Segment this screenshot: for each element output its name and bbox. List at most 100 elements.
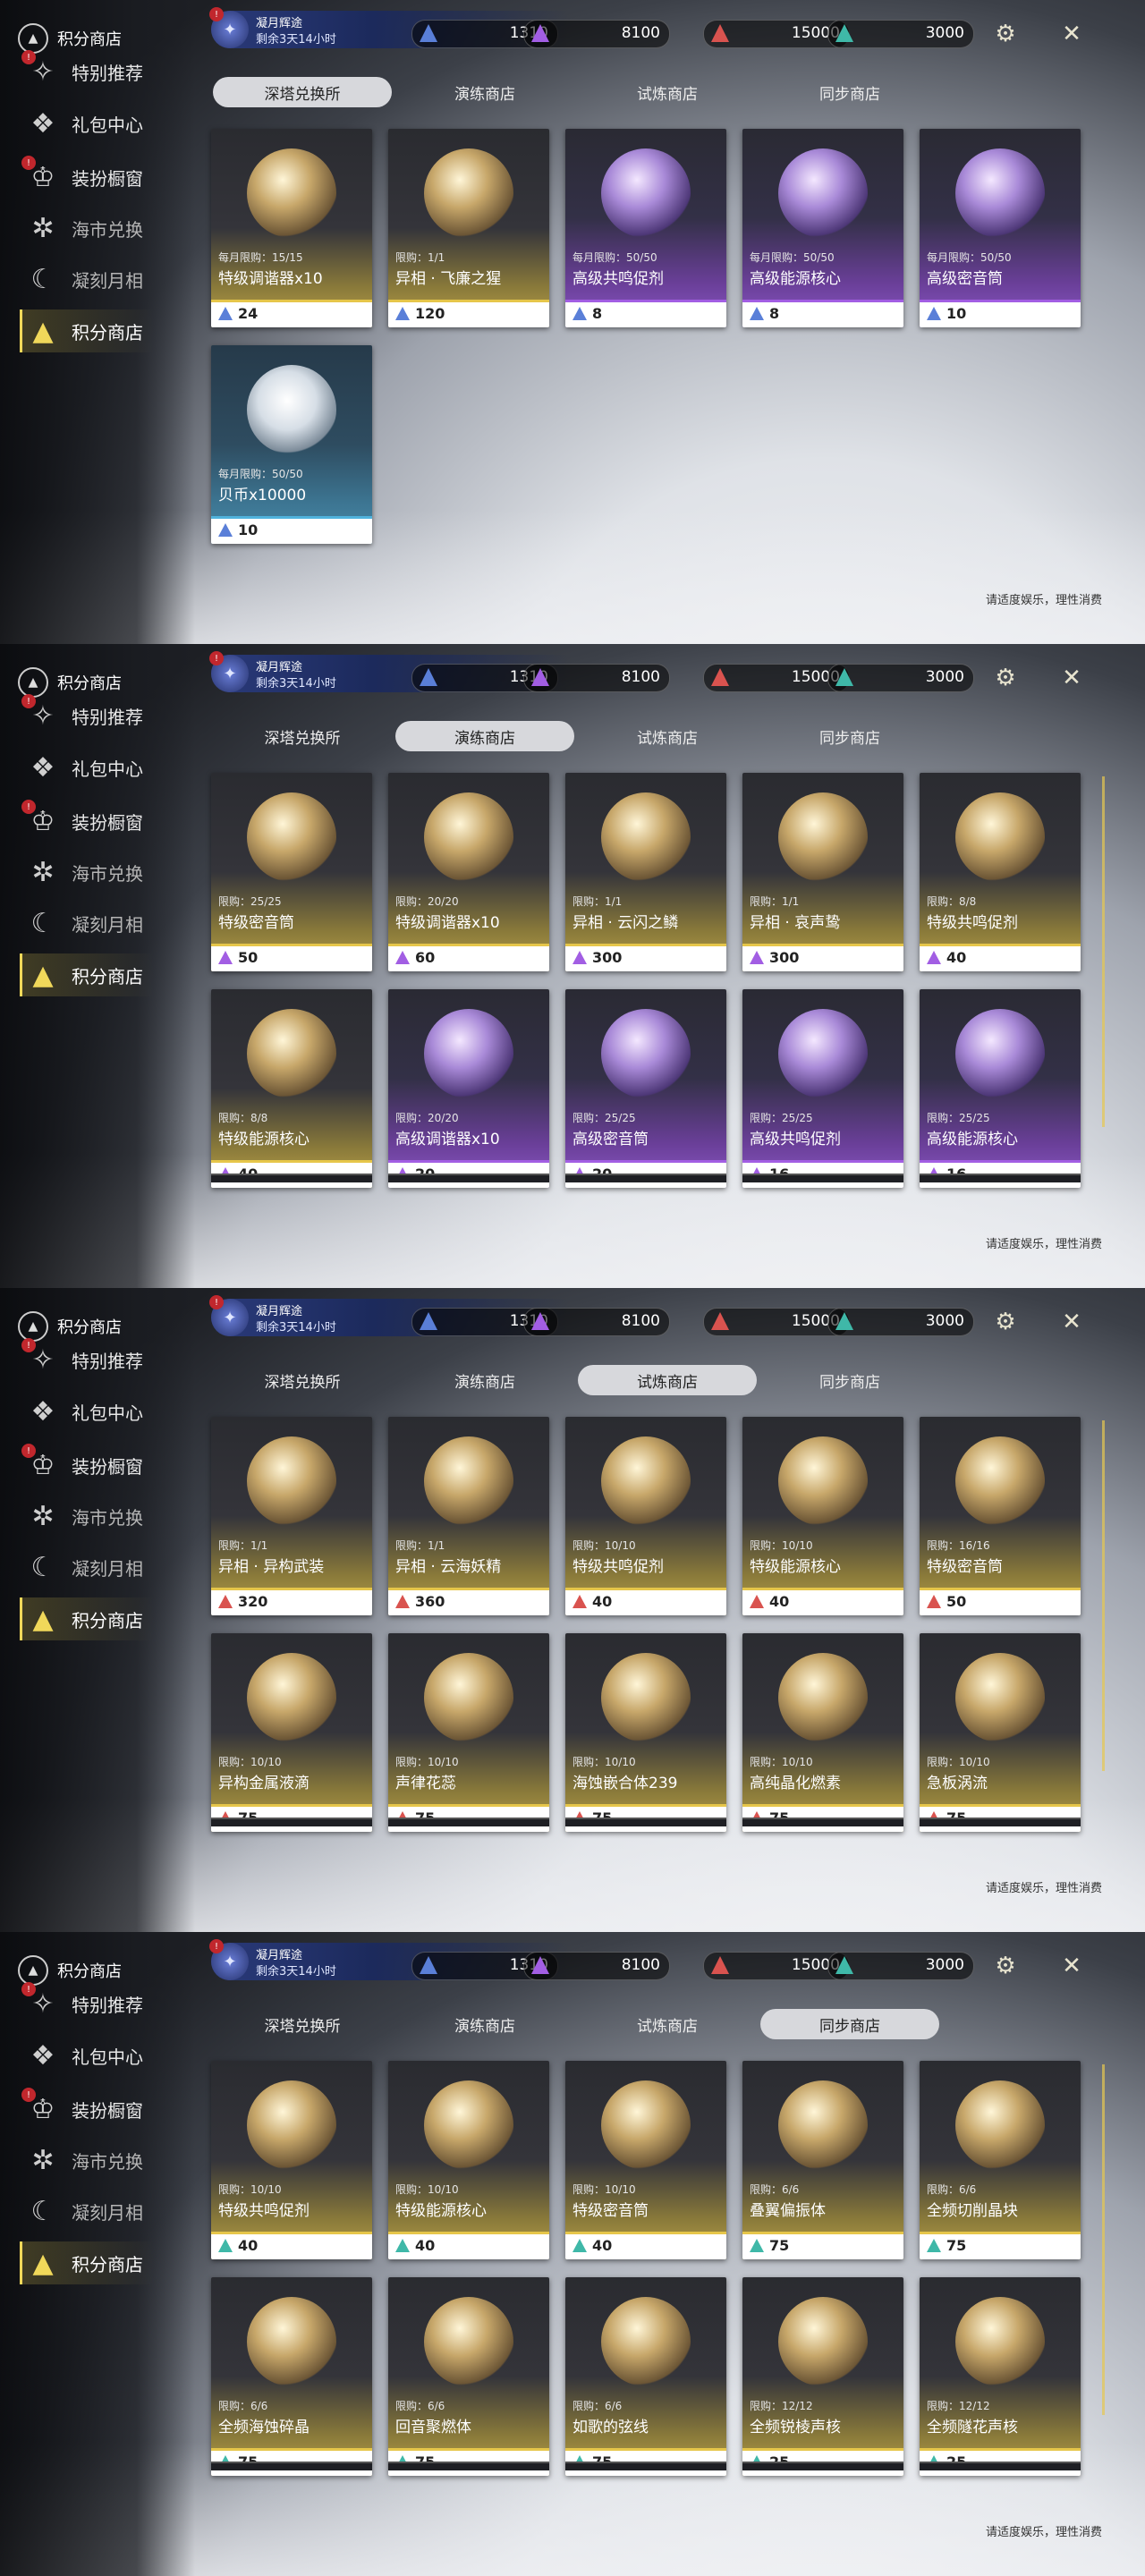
sidebar-item-5[interactable]: ☾ 凝刻月相 xyxy=(25,1540,195,1594)
tab-1[interactable]: 深塔兑换所 xyxy=(213,2009,392,2039)
tab-3[interactable]: 试炼商店 xyxy=(578,2009,757,2039)
currency-counter[interactable]: 8100 xyxy=(523,1952,670,1980)
tab-1[interactable]: 深塔兑换所 xyxy=(213,721,392,751)
tab-2[interactable]: 演练商店 xyxy=(395,77,574,107)
shop-item-card[interactable]: 限购：1/1 异相 · 飞廉之猩 120 xyxy=(388,129,549,327)
shop-item-card[interactable]: 限购：1/1 异相 · 云闪之鳞 300 xyxy=(565,773,726,971)
shop-item-card[interactable]: 限购：12/12全频锐棱声核25 xyxy=(742,2277,903,2476)
currency-counter[interactable]: 3000 xyxy=(827,20,974,48)
sidebar-item-5[interactable]: ☾ 凝刻月相 xyxy=(25,2184,195,2238)
tab-1[interactable]: 深塔兑换所 xyxy=(213,1365,392,1395)
close-icon[interactable]: ✕ xyxy=(1057,1952,1086,1980)
shop-item-card[interactable]: 限购：10/10 特级共鸣促剂 40 xyxy=(211,2061,372,2259)
close-icon[interactable]: ✕ xyxy=(1057,1308,1086,1336)
shop-item-card[interactable]: 限购：6/6如歌的弦线75 xyxy=(565,2277,726,2476)
sidebar-item-2[interactable]: ❖ 礼包中心 xyxy=(25,1385,195,1438)
shop-item-card[interactable]: 每月限购：15/15 特级调谐器x10 24 xyxy=(211,129,372,327)
sidebar-item-3[interactable]: ♔! 装扮橱窗 xyxy=(21,1438,195,1492)
shop-tabs: 深塔兑换所 演练商店 试炼商店 同步商店 xyxy=(213,77,946,107)
shop-item-card[interactable]: 限购：25/25高级共鸣促剂16 xyxy=(742,989,903,1188)
shop-item-card[interactable]: 限购：6/6回音聚燃体75 xyxy=(388,2277,549,2476)
next-row-card-edge xyxy=(920,1174,1081,1182)
tab-4[interactable]: 同步商店 xyxy=(760,77,939,107)
shop-item-card[interactable]: 限购：10/10 特级能源核心 40 xyxy=(742,1417,903,1615)
sidebar-item-2[interactable]: ❖ 礼包中心 xyxy=(25,97,195,150)
currency-counter[interactable]: 8100 xyxy=(523,664,670,692)
shop-item-card[interactable]: 每月限购：50/50 高级共鸣促剂 8 xyxy=(565,129,726,327)
sidebar-item-6[interactable]: ▲ 积分商店 xyxy=(20,304,195,358)
tab-2[interactable]: 演练商店 xyxy=(395,721,574,751)
currency-counter[interactable]: 3000 xyxy=(827,1308,974,1336)
sidebar-item-1[interactable]: ✧! 特别推荐 xyxy=(21,45,195,98)
tab-4[interactable]: 同步商店 xyxy=(760,1365,939,1395)
shop-item-card[interactable]: 每月限购：50/50 高级密音筒 10 xyxy=(920,129,1081,327)
shop-item-card[interactable]: 限购：6/6 全频切削晶块 75 xyxy=(920,2061,1081,2259)
sidebar-item-6[interactable]: ▲ 积分商店 xyxy=(20,1592,195,1646)
tab-3[interactable]: 试炼商店 xyxy=(578,77,757,107)
sidebar-item-4[interactable]: ✲ 海市兑换 xyxy=(25,845,195,899)
sidebar-item-5[interactable]: ☾ 凝刻月相 xyxy=(25,896,195,950)
gear-icon[interactable]: ⚙ xyxy=(991,1308,1020,1336)
gear-icon[interactable]: ⚙ xyxy=(991,1952,1020,1980)
shop-item-card[interactable]: 限购：25/25高级密音筒20 xyxy=(565,989,726,1188)
shop-item-card[interactable]: 限购：10/10声律花蕊75 xyxy=(388,1633,549,1832)
shop-item-card[interactable]: 限购：25/25高级能源核心16 xyxy=(920,989,1081,1188)
shop-item-card[interactable]: 限购：8/8 特级共鸣促剂 40 xyxy=(920,773,1081,971)
shop-item-card[interactable]: 限购：10/10 特级共鸣促剂 40 xyxy=(565,1417,726,1615)
shop-item-card[interactable]: 限购：10/10 特级能源核心 40 xyxy=(388,2061,549,2259)
shop-item-card[interactable]: 限购：20/20高级调谐器x1020 xyxy=(388,989,549,1188)
shop-item-card[interactable]: 限购：20/20 特级调谐器x10 60 xyxy=(388,773,549,971)
tab-4[interactable]: 同步商店 xyxy=(760,721,939,751)
tab-4[interactable]: 同步商店 xyxy=(760,2009,939,2039)
shop-item-card[interactable]: 限购：10/10高纯晶化燃素75 xyxy=(742,1633,903,1832)
sidebar-item-3[interactable]: ♔! 装扮橱窗 xyxy=(21,794,195,848)
shop-item-card[interactable]: 限购：6/6 叠翼偏振体 75 xyxy=(742,2061,903,2259)
sidebar-item-3[interactable]: ♔! 装扮橱窗 xyxy=(21,2082,195,2136)
tab-3[interactable]: 试炼商店 xyxy=(578,721,757,751)
sidebar-item-4[interactable]: ✲ 海市兑换 xyxy=(25,201,195,255)
tab-2[interactable]: 演练商店 xyxy=(395,2009,574,2039)
shop-item-card[interactable]: 限购：10/10异构金属液滴75 xyxy=(211,1633,372,1832)
scrollbar[interactable] xyxy=(1102,2064,1105,2415)
sidebar-item-1[interactable]: ✧! 特别推荐 xyxy=(21,1977,195,2030)
currency-counter[interactable]: 3000 xyxy=(827,664,974,692)
shop-item-card[interactable]: 限购：16/16 特级密音筒 50 xyxy=(920,1417,1081,1615)
shop-item-card[interactable]: 限购：1/1 异相 · 异构武装 320 xyxy=(211,1417,372,1615)
sidebar-item-5[interactable]: ☾ 凝刻月相 xyxy=(25,252,195,306)
sidebar-item-1[interactable]: ✧! 特别推荐 xyxy=(21,1333,195,1386)
sidebar-item-2[interactable]: ❖ 礼包中心 xyxy=(25,2029,195,2082)
sidebar-item-1[interactable]: ✧! 特别推荐 xyxy=(21,689,195,742)
shop-item-card[interactable]: 限购：10/10 特级密音筒 40 xyxy=(565,2061,726,2259)
sidebar-item-label: 海市兑换 xyxy=(72,218,143,241)
scrollbar[interactable] xyxy=(1102,1420,1105,1771)
currency-counter[interactable]: 8100 xyxy=(523,1308,670,1336)
sidebar-item-3[interactable]: ♔! 装扮橱窗 xyxy=(21,150,195,204)
shop-item-card[interactable]: 每月限购：50/50 贝币x10000 10 xyxy=(211,345,372,544)
shop-item-card[interactable]: 限购：10/10急板涡流75 xyxy=(920,1633,1081,1832)
shop-item-card[interactable]: 限购：25/25 特级密音筒 50 xyxy=(211,773,372,971)
tab-1[interactable]: 深塔兑换所 xyxy=(213,77,392,107)
tab-3[interactable]: 试炼商店 xyxy=(578,1365,757,1395)
gear-icon[interactable]: ⚙ xyxy=(991,20,1020,48)
gear-icon[interactable]: ⚙ xyxy=(991,664,1020,692)
sidebar-item-6[interactable]: ▲ 积分商店 xyxy=(20,2236,195,2290)
sidebar-item-4[interactable]: ✲ 海市兑换 xyxy=(25,2133,195,2187)
event-time-remaining: 剩余3天14小时 xyxy=(256,1321,336,1335)
close-icon[interactable]: ✕ xyxy=(1057,20,1086,48)
price-bar: 60 xyxy=(388,944,549,971)
tab-2[interactable]: 演练商店 xyxy=(395,1365,574,1395)
close-icon[interactable]: ✕ xyxy=(1057,664,1086,692)
currency-counter[interactable]: 8100 xyxy=(523,20,670,48)
shop-item-card[interactable]: 限购：6/6全频海蚀碎晶75 xyxy=(211,2277,372,2476)
shop-item-card[interactable]: 限购：12/12全频隧花声核25 xyxy=(920,2277,1081,2476)
sidebar-item-6[interactable]: ▲ 积分商店 xyxy=(20,948,195,1002)
scrollbar[interactable] xyxy=(1102,776,1105,1127)
shop-item-card[interactable]: 限购：10/10海蚀嵌合体23975 xyxy=(565,1633,726,1832)
sidebar-item-2[interactable]: ❖ 礼包中心 xyxy=(25,741,195,794)
currency-counter[interactable]: 3000 xyxy=(827,1952,974,1980)
shop-item-card[interactable]: 每月限购：50/50 高级能源核心 8 xyxy=(742,129,903,327)
shop-item-card[interactable]: 限购：8/8特级能源核心40 xyxy=(211,989,372,1188)
sidebar-item-4[interactable]: ✲ 海市兑换 xyxy=(25,1489,195,1543)
shop-item-card[interactable]: 限购：1/1 异相 · 哀声鸷 300 xyxy=(742,773,903,971)
shop-item-card[interactable]: 限购：1/1 异相 · 云海妖精 360 xyxy=(388,1417,549,1615)
